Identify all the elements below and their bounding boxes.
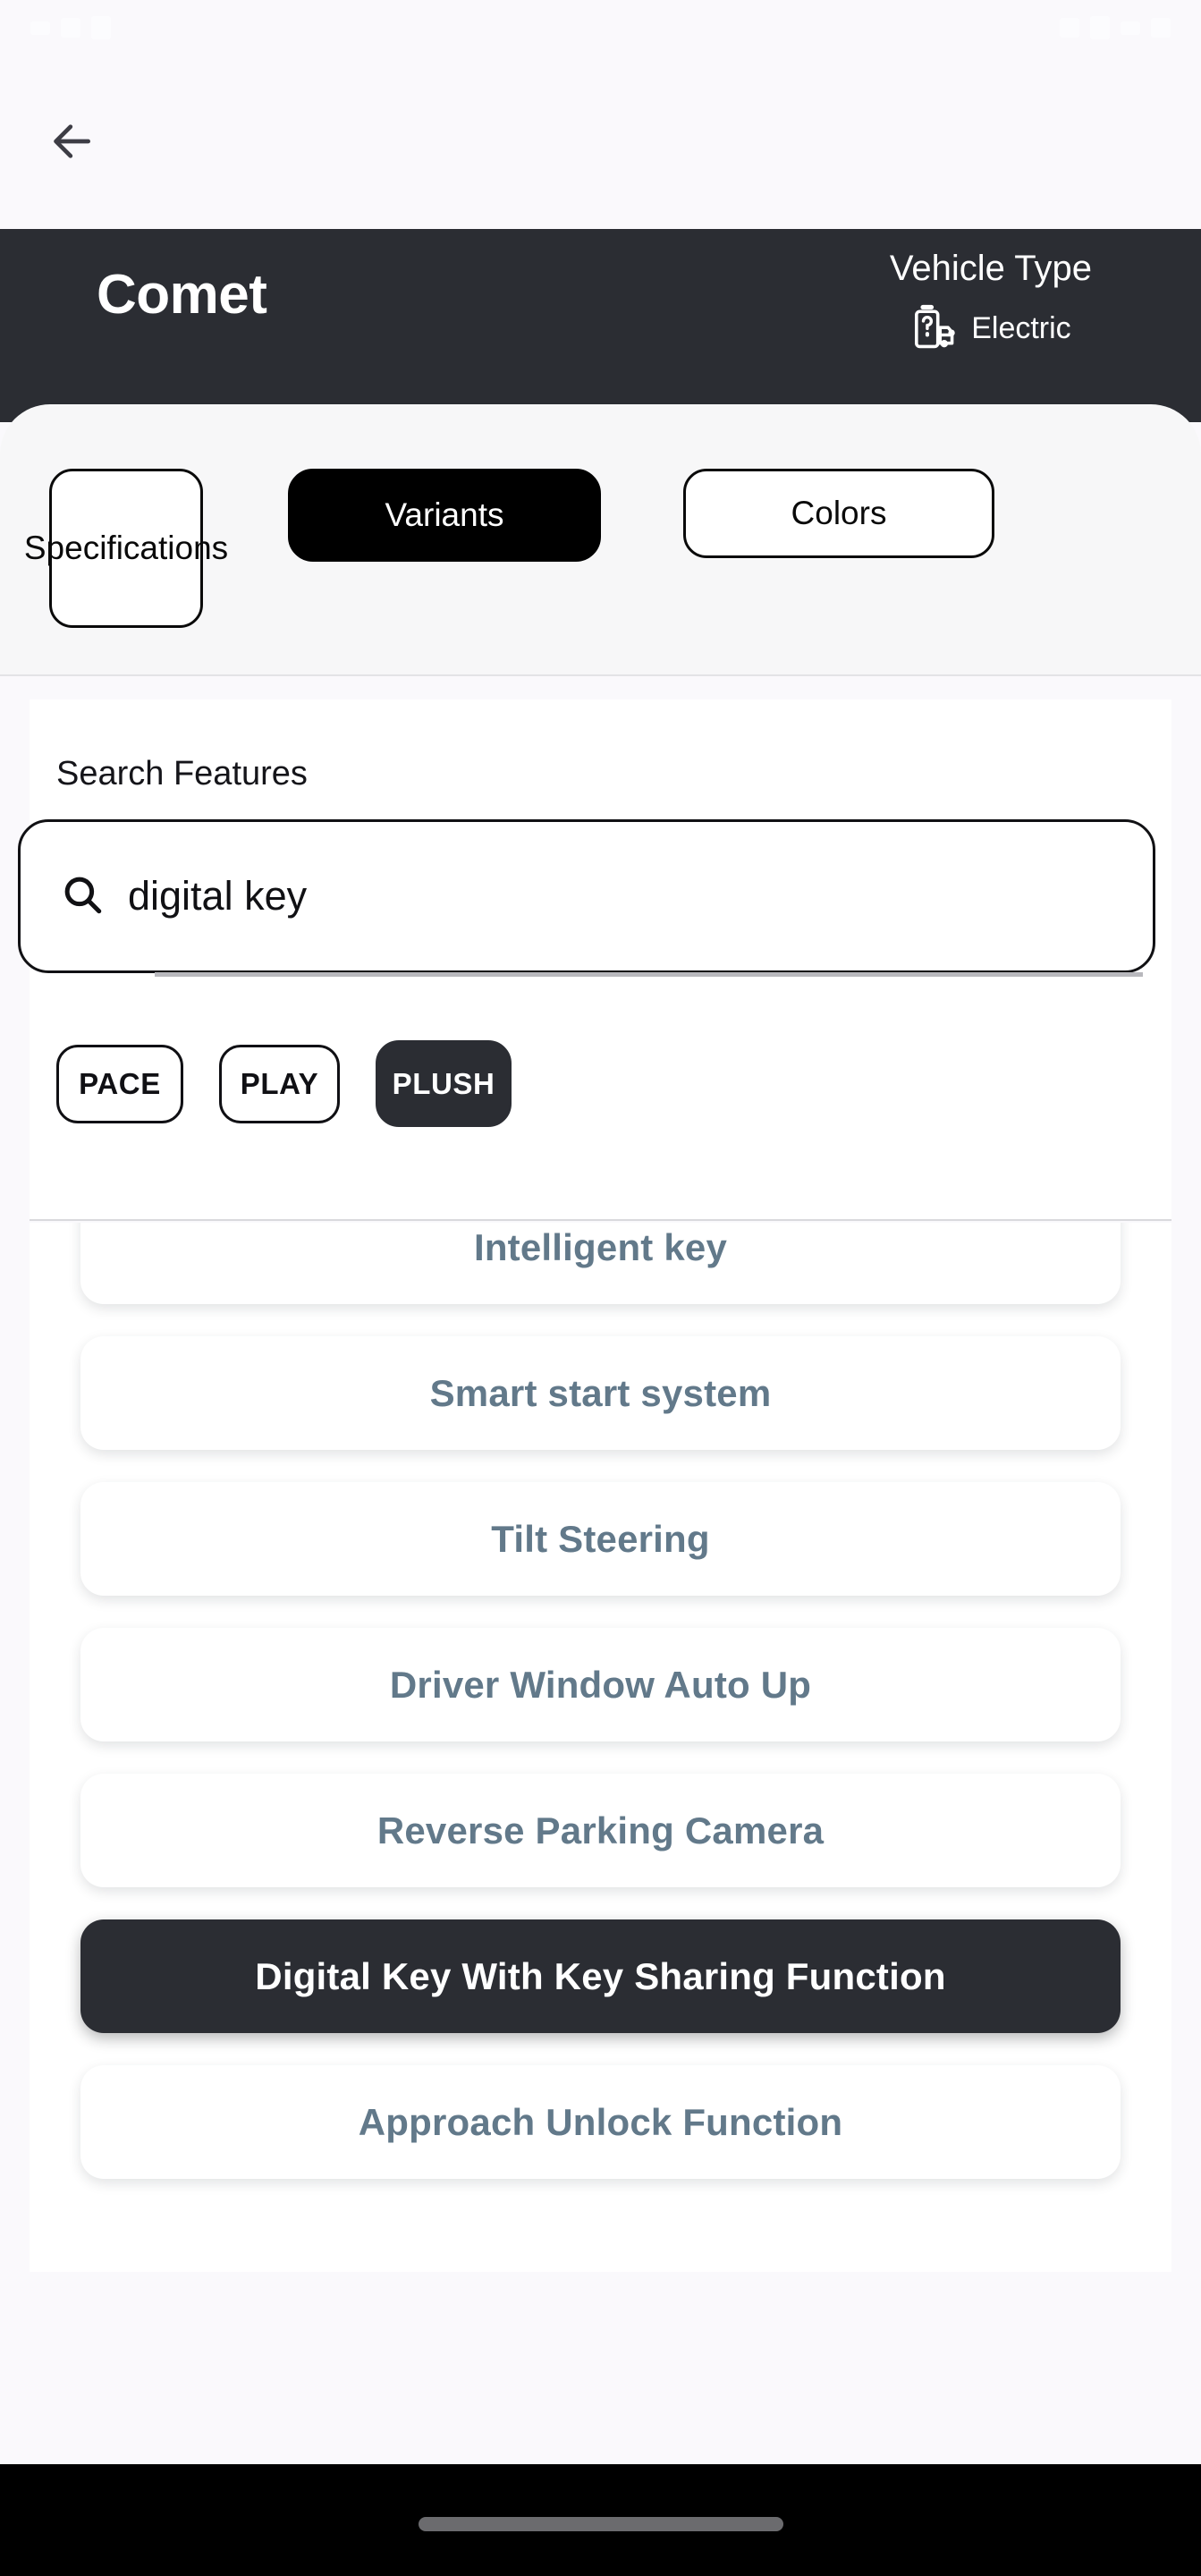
feature-card-label: Approach Unlock Function [358, 2100, 843, 2143]
feature-card-label: Reverse Parking Camera [376, 1809, 825, 1852]
back-button[interactable] [38, 107, 106, 175]
vehicle-header: Comet Vehicle Type Electric [0, 229, 1201, 422]
feature-list-bottom-spacer [30, 2235, 1171, 2272]
feature-card[interactable]: Smart start system [80, 1336, 1121, 1450]
variant-pill-pace-label: PACE [79, 1067, 161, 1100]
vehicle-type-block: Vehicle Type Electric [890, 247, 1092, 354]
status-bar-left [30, 16, 111, 39]
feature-card[interactable]: Tilt Steering [80, 1482, 1121, 1596]
search-panel: Search Features digital key PACE PLAY PL… [18, 699, 1171, 1221]
feature-card-label: Digital Key With Key Sharing Function [255, 1954, 946, 1997]
battery-icon [1151, 18, 1171, 38]
variant-pill-play[interactable]: PLAY [219, 1045, 340, 1123]
feature-list-inner: Intelligent key Smart start system Tilt … [30, 1223, 1171, 2211]
status-bar [0, 0, 1201, 55]
tab-bar: Specifications Variants Colors [0, 469, 1201, 628]
tab-specifications[interactable]: Specifications [24, 469, 228, 628]
feature-card-label: Driver Window Auto Up [389, 1663, 812, 1706]
tab-colors-label: Colors [791, 494, 887, 531]
tab-panel: Specifications Variants Colors [0, 404, 1201, 676]
feature-card-label: Tilt Steering [491, 1517, 710, 1560]
wifi-status-icon [1121, 21, 1140, 35]
feature-card[interactable]: Reverse Parking Camera [80, 1774, 1121, 1887]
vibrate-icon [1060, 18, 1079, 38]
feature-card-label: Intelligent key [473, 1225, 728, 1268]
tab-colors[interactable]: Colors [683, 469, 994, 558]
variant-pill-plush[interactable]: PLUSH [376, 1040, 512, 1127]
page-title: Comet [97, 264, 267, 326]
wifi-icon [61, 18, 80, 38]
tab-variants[interactable]: Variants [288, 469, 601, 562]
search-features-label: Search Features [56, 755, 308, 792]
feature-card-selected[interactable]: Digital Key With Key Sharing Function [80, 1919, 1121, 2033]
variant-pill-play-label: PLAY [240, 1067, 319, 1100]
app-bar [0, 55, 1201, 229]
feature-card[interactable]: Intelligent key [80, 1223, 1121, 1304]
variant-pill-plush-label: PLUSH [392, 1066, 495, 1100]
signal-icon [30, 21, 50, 35]
app-badge-icon [91, 16, 111, 39]
variant-pill-pace[interactable]: PACE [56, 1045, 183, 1123]
feature-list[interactable]: Intelligent key Smart start system Tilt … [30, 1223, 1171, 2235]
home-indicator[interactable] [418, 2517, 783, 2531]
search-input-underline [155, 972, 1143, 977]
search-icon [60, 872, 105, 921]
battery-unknown-vehicle-icon [910, 302, 962, 354]
feature-card-label: Smart start system [429, 1371, 772, 1414]
feature-card[interactable]: Driver Window Auto Up [80, 1628, 1121, 1741]
vehicle-type-label: Vehicle Type [889, 249, 1092, 288]
feature-card[interactable]: Approach Unlock Function [80, 2065, 1121, 2179]
tab-variants-label: Variants [385, 496, 504, 533]
vehicle-type-value: Electric [971, 310, 1071, 345]
status-bar-right [1060, 16, 1171, 39]
variant-pill-group: PACE PLAY PLUSH [56, 1040, 512, 1127]
vehicle-type-value-row: Electric [910, 302, 1071, 354]
search-input-value: digital key [128, 873, 308, 919]
signal-bars-icon [1090, 16, 1110, 39]
search-input[interactable]: digital key [18, 819, 1155, 973]
app-root: Comet Vehicle Type Electric Specificatio… [0, 0, 1201, 2576]
tab-specifications-label: Specifications [23, 529, 229, 566]
arrow-left-icon [47, 116, 97, 166]
system-nav-bar [0, 2464, 1201, 2576]
